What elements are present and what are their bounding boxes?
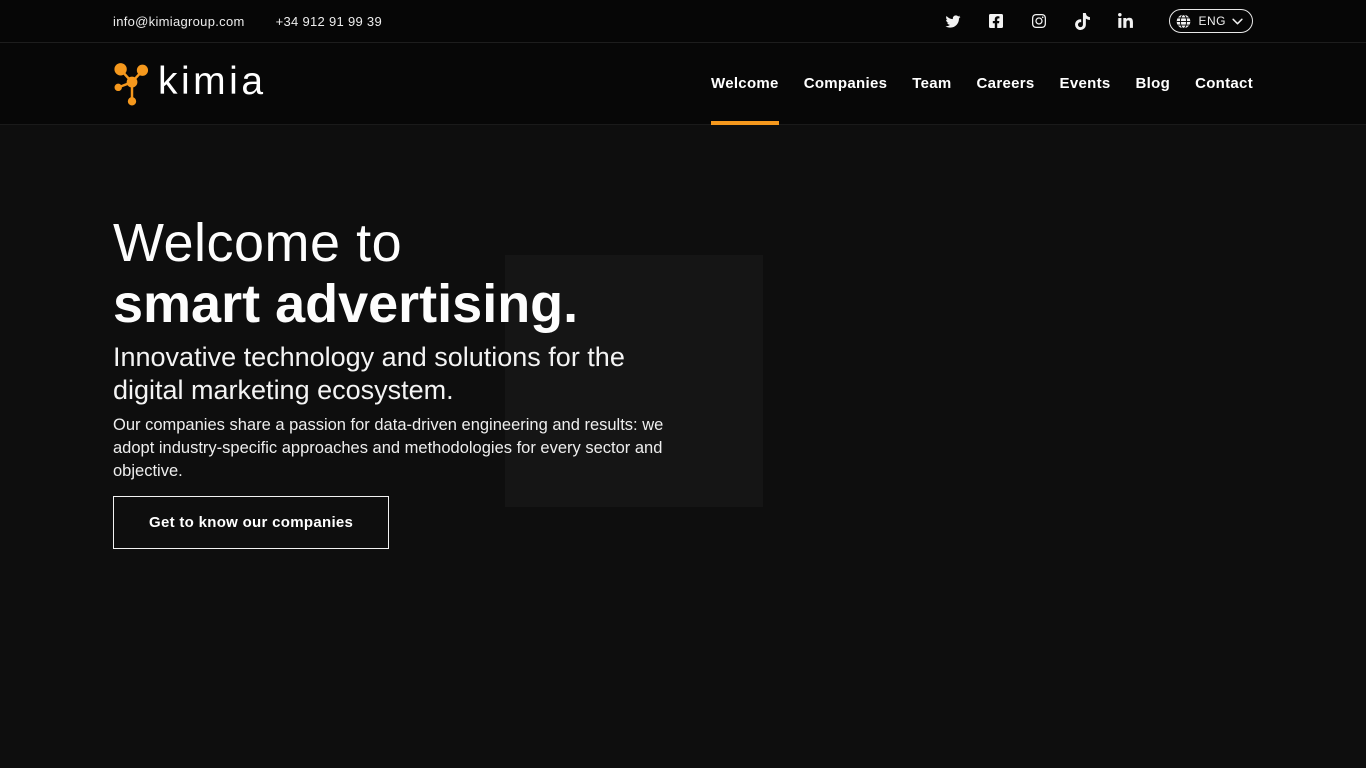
nav-item-team[interactable]: Team xyxy=(912,43,951,125)
logo-wordmark: kimia xyxy=(158,62,267,101)
tiktok-icon[interactable] xyxy=(1073,12,1091,30)
phone-link[interactable]: +34 912 91 99 39 xyxy=(276,14,382,29)
get-to-know-companies-button[interactable]: Get to know our companies xyxy=(113,496,389,549)
email-link[interactable]: info@kimiagroup.com xyxy=(113,14,245,29)
globe-icon xyxy=(1175,13,1192,30)
kimia-molecule-icon xyxy=(113,62,151,106)
nav-item-events[interactable]: Events xyxy=(1060,43,1111,125)
hero-description: Our companies share a passion for data-d… xyxy=(113,414,681,483)
chevron-down-icon xyxy=(1232,18,1243,25)
instagram-icon[interactable] xyxy=(1030,12,1048,30)
facebook-icon[interactable] xyxy=(987,12,1005,30)
language-label: ENG xyxy=(1198,14,1226,28)
hero-title: Welcome to smart advertising. xyxy=(113,213,720,335)
nav-item-contact[interactable]: Contact xyxy=(1195,43,1253,125)
kimia-landing-page: info@kimiagroup.com +34 912 91 99 39 xyxy=(0,0,1366,768)
contact-info: info@kimiagroup.com +34 912 91 99 39 xyxy=(113,14,382,29)
nav-item-careers[interactable]: Careers xyxy=(977,43,1035,125)
language-selector[interactable]: ENG xyxy=(1169,9,1253,33)
twitter-icon[interactable] xyxy=(944,12,962,30)
kimia-logo[interactable]: kimia xyxy=(113,62,267,106)
main-nav: Welcome Companies Team Careers Events Bl… xyxy=(686,43,1253,125)
nav-item-blog[interactable]: Blog xyxy=(1136,43,1171,125)
hero-title-line2: smart advertising. xyxy=(113,274,578,334)
top-utility-bar: info@kimiagroup.com +34 912 91 99 39 xyxy=(0,0,1366,43)
hero-subtitle: Innovative technology and solutions for … xyxy=(113,341,693,407)
nav-item-welcome[interactable]: Welcome xyxy=(711,43,779,125)
main-header: kimia Welcome Companies Team Careers Eve… xyxy=(0,43,1366,125)
topbar-right: ENG xyxy=(944,9,1253,33)
linkedin-icon[interactable] xyxy=(1116,12,1134,30)
hero-title-line1: Welcome to xyxy=(113,213,402,273)
hero-section: Welcome to smart advertising. Innovative… xyxy=(0,125,1366,767)
nav-item-companies[interactable]: Companies xyxy=(804,43,888,125)
hero-content: Welcome to smart advertising. Innovative… xyxy=(0,125,720,549)
